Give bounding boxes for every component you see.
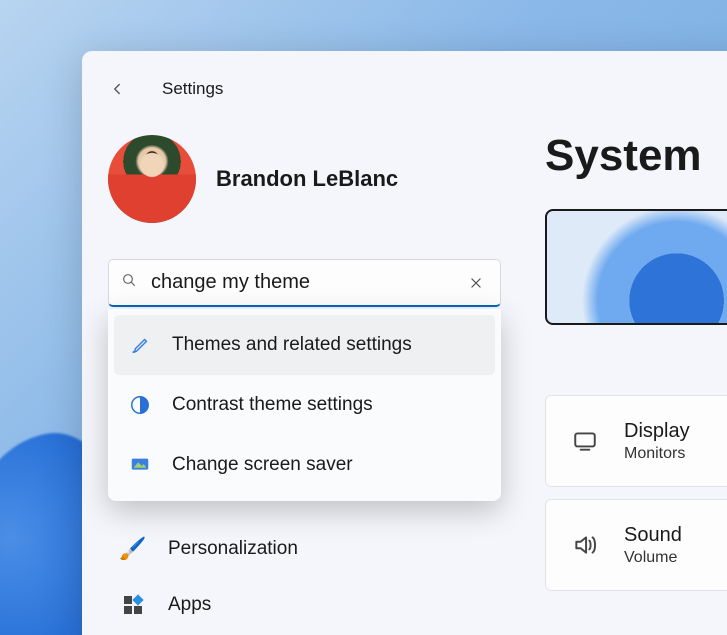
card-subtitle: Monitors [624,445,690,463]
card-sound[interactable]: Sound Volume [545,499,727,591]
settings-window: Settings Brandon LeBlanc [82,51,727,635]
brush-icon [128,333,152,357]
sidebar: Brandon LeBlanc [82,113,527,635]
main-pane: System Display Monitors [527,113,727,635]
search-suggestions: Themes and related settings Contrast the… [108,309,501,501]
suggestion-contrast[interactable]: Contrast theme settings [114,375,495,435]
clear-search-button[interactable] [464,271,488,295]
apps-icon [120,592,146,618]
sound-icon [570,530,600,560]
nav-list: 🖌️ Personalization Apps [104,521,505,633]
user-name: Brandon LeBlanc [216,166,398,192]
app-title: Settings [162,79,223,99]
avatar [108,135,196,223]
search-input[interactable] [137,271,464,294]
sidebar-item-personalization[interactable]: 🖌️ Personalization [104,521,505,577]
screensaver-icon [128,453,152,477]
titlebar: Settings [82,65,727,113]
card-subtitle: Volume [624,549,682,567]
suggestion-label: Contrast theme settings [172,394,373,416]
search-icon [121,272,137,293]
sidebar-item-apps[interactable]: Apps [104,577,505,633]
user-row[interactable]: Brandon LeBlanc [104,131,505,241]
search-box[interactable] [108,259,501,307]
card-title: Display [624,420,690,443]
desktop-preview[interactable] [545,209,727,325]
sidebar-item-label: Personalization [168,538,298,560]
contrast-icon [128,393,152,417]
suggestion-label: Themes and related settings [172,334,412,356]
card-title: Sound [624,524,682,547]
paint-icon: 🖌️ [120,536,146,562]
page-title: System [545,131,727,181]
suggestion-themes[interactable]: Themes and related settings [114,315,495,375]
card-display[interactable]: Display Monitors [545,395,727,487]
suggestion-label: Change screen saver [172,454,353,476]
sidebar-item-label: Apps [168,594,211,616]
display-icon [570,426,600,456]
suggestion-screensaver[interactable]: Change screen saver [114,435,495,495]
back-button[interactable] [102,74,132,104]
